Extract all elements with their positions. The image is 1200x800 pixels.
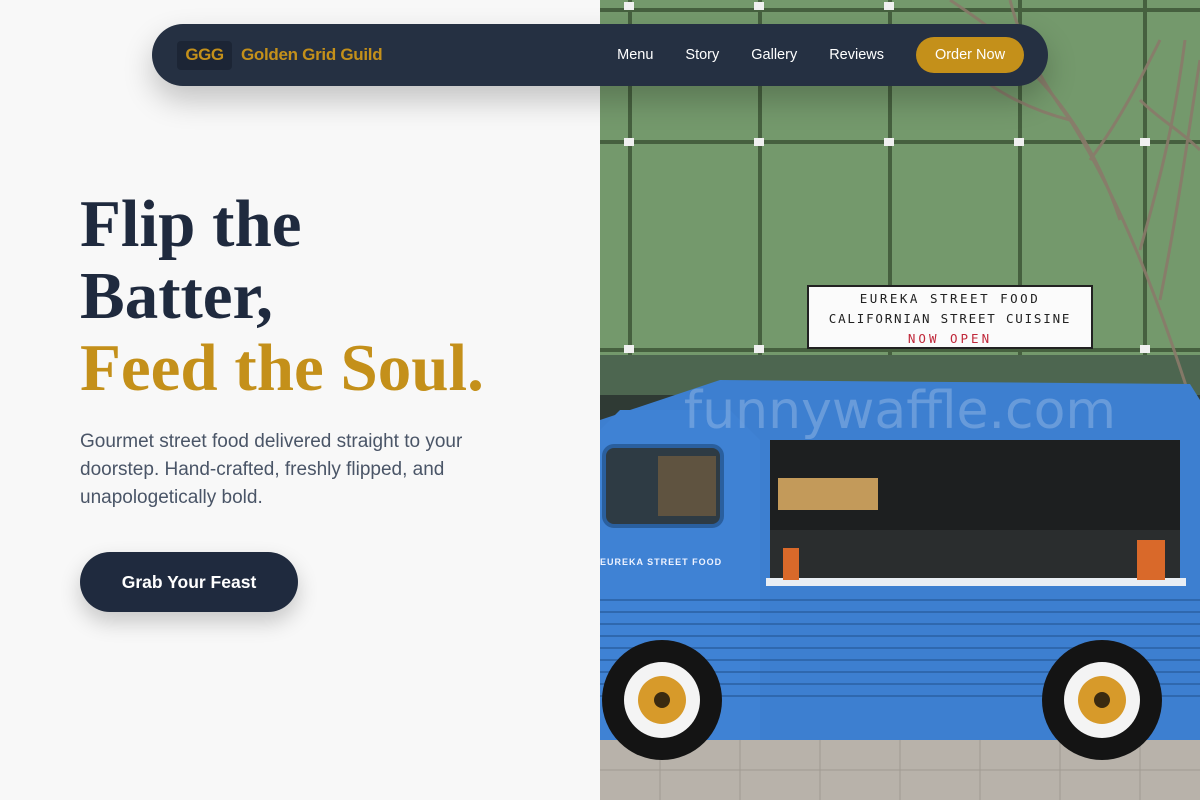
hero-title-accent: Feed the Soul. [80, 331, 484, 405]
nav-links: Menu Story Gallery Reviews [617, 47, 884, 63]
hero-title-line-1: Flip the [80, 187, 302, 261]
order-now-button[interactable]: Order Now [916, 37, 1024, 73]
sign-line-2: CALIFORNIAN STREET CUISINE [829, 311, 1071, 326]
navbar: GGG Golden Grid Guild Menu Story Gallery… [152, 24, 1048, 86]
logo[interactable]: GGG [177, 40, 232, 70]
hero-title-line-2: Batter, [80, 259, 273, 333]
sign-line-3: NOW OPEN [908, 331, 992, 346]
hero-title: Flip the Batter, Feed the Soul. [80, 188, 484, 404]
nav-link-gallery[interactable]: Gallery [751, 47, 797, 63]
food-truck-image: EUREKA STREET FOOD CALIFORNIAN STREET CU… [600, 0, 1200, 800]
brand-name[interactable]: Golden Grid Guild [241, 45, 383, 65]
grab-your-feast-button[interactable]: Grab Your Feast [80, 552, 298, 612]
truck-label: EUREKA STREET FOOD [600, 557, 722, 567]
sign-line-1: EUREKA STREET FOOD [860, 291, 1040, 306]
hero-subtitle: Gourmet street food delivered straight t… [80, 431, 463, 508]
nav-link-menu[interactable]: Menu [617, 47, 653, 63]
nav-link-story[interactable]: Story [685, 47, 719, 63]
nav-link-reviews[interactable]: Reviews [829, 47, 884, 63]
watermark: funnywaffle.com [684, 381, 1116, 441]
rear-wheel [1042, 640, 1162, 760]
hero-photo: EUREKA STREET FOOD CALIFORNIAN STREET CU… [600, 0, 1200, 800]
front-wheel [602, 640, 722, 760]
